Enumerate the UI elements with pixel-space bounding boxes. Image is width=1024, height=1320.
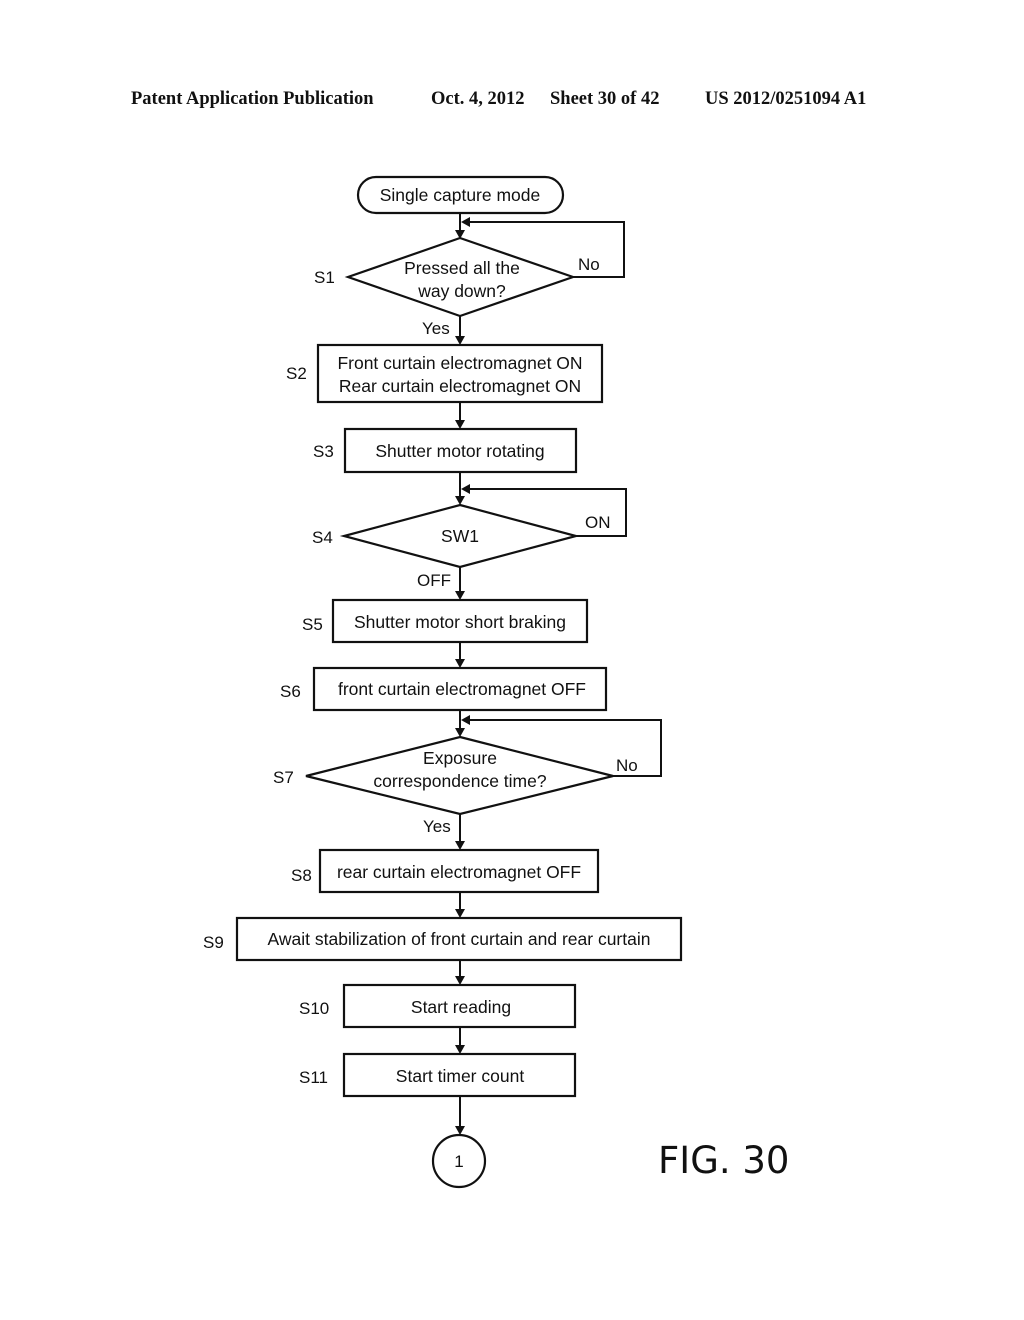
arrowhead [461, 484, 470, 494]
process-s2: Front curtain electromagnet ON Rear curt… [316, 343, 604, 404]
s5-text: Shutter motor short braking [354, 612, 566, 632]
step-label-s8: S8 [291, 866, 312, 885]
s1-text-line2: way down? [417, 281, 506, 301]
s4-text: SW1 [441, 526, 479, 546]
s1-no-label: No [578, 255, 600, 274]
process-s11: Start timer count [342, 1052, 577, 1098]
connector-text: 1 [454, 1152, 463, 1171]
s4-off-label: OFF [417, 571, 451, 590]
arrowhead [455, 841, 465, 850]
s2-text-line1: Front curtain electromagnet ON [337, 353, 582, 373]
figure-label: FIG. 30 [658, 1139, 789, 1182]
s1-text-line1: Pressed all the [404, 258, 520, 278]
process-s8: rear curtain electromagnet OFF [318, 848, 600, 894]
s1-yes-label: Yes [422, 319, 450, 338]
s7-text-line1: Exposure [423, 748, 497, 768]
start-terminal: Single capture mode [356, 175, 565, 215]
s7-text-line2: correspondence time? [373, 771, 546, 791]
step-label-s6: S6 [280, 682, 301, 701]
start-text: Single capture mode [380, 185, 541, 205]
s4-on-label: ON [585, 513, 611, 532]
s11-text: Start timer count [396, 1066, 525, 1086]
arrowhead [455, 909, 465, 918]
process-s9: Await stabilization of front curtain and… [235, 916, 683, 962]
process-s10: Start reading [342, 983, 577, 1029]
s10-text: Start reading [411, 997, 511, 1017]
s7-no-label: No [616, 756, 638, 775]
process-s5: Shutter motor short braking [331, 598, 589, 644]
step-label-s7: S7 [273, 768, 294, 787]
arrowhead [455, 976, 465, 985]
s8-text: rear curtain electromagnet OFF [337, 862, 581, 882]
s6-text: front curtain electromagnet OFF [338, 679, 586, 699]
arrowhead [455, 1126, 465, 1135]
process-s3: Shutter motor rotating [343, 427, 578, 474]
arrowhead [455, 728, 465, 737]
arrowhead [461, 217, 470, 227]
s7-yes-label: Yes [423, 817, 451, 836]
arrowhead [455, 336, 465, 345]
s2-text-line2: Rear curtain electromagnet ON [339, 376, 581, 396]
step-label-s4: S4 [312, 528, 333, 547]
arrowhead [455, 1045, 465, 1054]
process-s6: front curtain electromagnet OFF [312, 666, 608, 712]
step-label-s11: S11 [299, 1068, 328, 1087]
step-label-s2: S2 [286, 364, 307, 383]
decision-s7: Exposure correspondence time? [305, 735, 614, 816]
arrowhead [455, 496, 465, 505]
step-label-s1: S1 [314, 268, 335, 287]
step-label-s5: S5 [302, 615, 323, 634]
step-label-s10: S10 [299, 999, 329, 1018]
decision-s1: Pressed all the way down? [344, 236, 577, 318]
arrowhead [455, 659, 465, 668]
arrowhead [455, 591, 465, 600]
flowchart: Single capture mode Pressed all the way … [203, 175, 789, 1189]
arrowhead [455, 420, 465, 429]
s9-text: Await stabilization of front curtain and… [268, 929, 651, 949]
arrowhead [461, 715, 470, 725]
step-label-s3: S3 [313, 442, 334, 461]
step-label-s9: S9 [203, 933, 224, 952]
s3-text: Shutter motor rotating [375, 441, 544, 461]
decision-s4: SW1 [339, 503, 581, 569]
connector-1: 1 [431, 1133, 487, 1189]
